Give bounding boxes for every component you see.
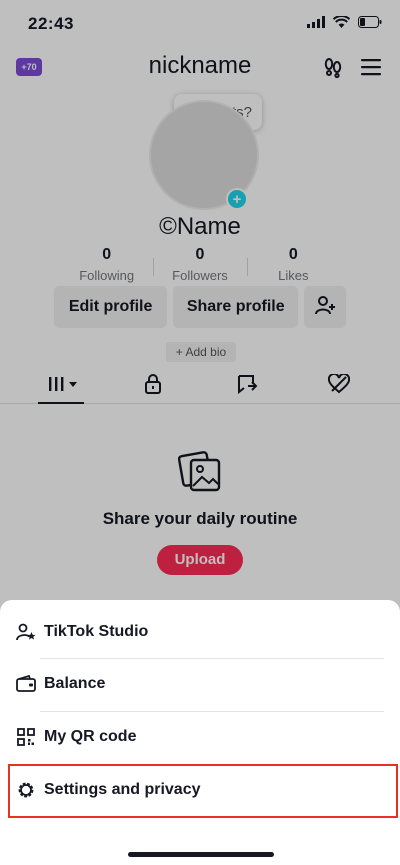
menu-item-label: Balance — [44, 675, 106, 692]
highlight-box — [8, 764, 398, 818]
qr-code-icon — [16, 727, 36, 747]
menu-item-label: TikTok Studio — [44, 623, 149, 640]
wallet-icon — [16, 674, 36, 694]
person-star-icon — [16, 622, 36, 642]
menu-item-label: My QR code — [44, 728, 137, 745]
menu-item-balance[interactable]: Balance — [16, 658, 384, 710]
menu-item-qr-code[interactable]: My QR code — [16, 711, 384, 763]
menu-item-tiktok-studio[interactable]: TikTok Studio — [16, 606, 384, 658]
home-indicator[interactable] — [128, 852, 274, 857]
bottom-sheet: TikTok Studio Balance My QR code Setting… — [0, 600, 400, 865]
